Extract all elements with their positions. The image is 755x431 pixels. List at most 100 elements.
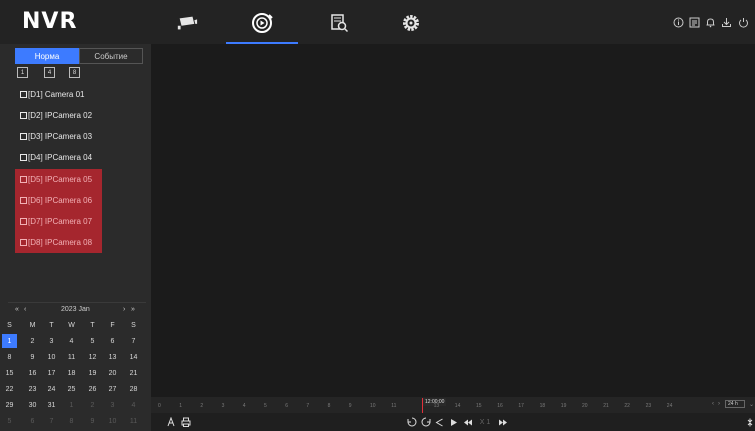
calendar-day[interactable]: 24 [44, 382, 59, 396]
camera-checkbox[interactable] [20, 197, 27, 204]
settings-gear-icon[interactable] [400, 12, 422, 34]
prev-year-button[interactable]: « [15, 306, 19, 313]
calendar-day[interactable]: 7 [126, 334, 141, 348]
calendar-day[interactable]: 4 [126, 398, 141, 412]
calendar-day[interactable]: 9 [85, 414, 100, 428]
calendar-day[interactable]: 10 [44, 350, 59, 364]
calendar-day[interactable]: 5 [2, 414, 17, 428]
timeline-hour-tick: 6 [285, 403, 288, 409]
calendar-day[interactable]: 6 [25, 414, 40, 428]
calendar-day[interactable]: 8 [64, 414, 79, 428]
calendar-header: « ‹ 2023 Jan › » [10, 306, 145, 318]
reverse-play-icon[interactable] [434, 416, 445, 428]
weekday-label: T [90, 321, 95, 329]
fullscreen-icon[interactable] [745, 416, 755, 428]
camera-checkbox[interactable] [20, 239, 27, 246]
calendar-day[interactable]: 1 [64, 398, 79, 412]
calendar-day[interactable]: 2 [85, 398, 100, 412]
calendar-day[interactable]: 8 [2, 350, 17, 364]
calendar-day[interactable]: 22 [2, 382, 17, 396]
calendar-day[interactable]: 30 [25, 398, 40, 412]
rewind-30s-icon[interactable] [406, 416, 417, 428]
calendar-day[interactable]: 27 [105, 382, 120, 396]
calendar-day[interactable]: 25 [64, 382, 79, 396]
calendar-day[interactable]: 28 [126, 382, 141, 396]
calendar-day[interactable]: 11 [64, 350, 79, 364]
calendar-day[interactable]: 4 [64, 334, 79, 348]
calendar-day[interactable]: 21 [126, 366, 141, 380]
camera-item-offline[interactable]: [D6] IPCamera 06 [15, 190, 102, 211]
bell-icon[interactable] [704, 16, 716, 28]
file-search-icon[interactable] [328, 12, 350, 34]
calendar-day[interactable]: 10 [105, 414, 120, 428]
zoom-out-icon[interactable]: ‹ [712, 401, 714, 407]
next-year-button[interactable]: » [131, 306, 135, 313]
range-dropdown-icon[interactable]: ⌄ [749, 401, 754, 408]
camera-checkbox[interactable] [20, 91, 27, 98]
calendar-day[interactable]: 7 [44, 414, 59, 428]
calendar-day[interactable]: 29 [2, 398, 17, 412]
camera-icon[interactable] [176, 12, 198, 34]
printer-icon[interactable] [180, 416, 192, 428]
text-overlay-icon[interactable] [165, 416, 177, 428]
calendar-divider [8, 302, 146, 303]
tab-event[interactable]: Событие [79, 48, 143, 64]
calendar-day[interactable]: 9 [25, 350, 40, 364]
camera-checkbox[interactable] [20, 133, 27, 140]
forward-30s-icon[interactable] [420, 416, 431, 428]
top-bar: NVR [0, 0, 755, 44]
calendar-day[interactable]: 3 [44, 334, 59, 348]
camera-item[interactable]: [D3] IPCamera 03 [15, 126, 102, 147]
calendar-day[interactable]: 16 [25, 366, 40, 380]
camera-item-offline[interactable]: [D5] IPCamera 05 [15, 169, 102, 190]
calendar-day[interactable]: 12 [85, 350, 100, 364]
prev-month-button[interactable]: ‹ [24, 306, 26, 313]
slow-down-icon[interactable] [462, 416, 473, 428]
camera-item[interactable]: [D1] Camera 01 [15, 84, 102, 105]
timeline[interactable]: 12:00:00 ‹ › 24 h ⌄ 0 1 2 3 4 5 6 7 8 9 10 11 13 14 15… [151, 397, 755, 413]
calendar-day[interactable]: 31 [44, 398, 59, 412]
video-playback-area[interactable] [151, 44, 755, 397]
split-4-button[interactable]: 4 [44, 67, 55, 78]
calendar-day[interactable]: 6 [105, 334, 120, 348]
play-icon[interactable] [448, 416, 459, 428]
power-icon[interactable] [737, 16, 749, 28]
calendar-day[interactable]: 19 [85, 366, 100, 380]
camera-label: [D7] IPCamera 07 [28, 217, 93, 226]
calendar-day[interactable]: 5 [85, 334, 100, 348]
camera-label: [D8] IPCamera 08 [28, 238, 93, 247]
split-1-button[interactable]: 1 [17, 67, 28, 78]
calendar-day[interactable]: 3 [105, 398, 120, 412]
camera-item-offline[interactable]: [D8] IPCamera 08 [15, 232, 102, 253]
weekday-label: T [49, 321, 54, 329]
camera-item-offline[interactable]: [D7] IPCamera 07 [15, 211, 102, 232]
stats-icon[interactable] [688, 16, 700, 28]
calendar-day[interactable]: 26 [85, 382, 100, 396]
calendar-day[interactable]: 2 [25, 334, 40, 348]
camera-item[interactable]: [D2] IPCamera 02 [15, 105, 102, 126]
calendar-day[interactable]: 15 [2, 366, 17, 380]
playback-icon[interactable] [251, 12, 273, 34]
split-8-button[interactable]: 8 [69, 67, 80, 78]
info-icon[interactable] [672, 16, 684, 28]
camera-item[interactable]: [D4] IPCamera 04 [15, 147, 102, 168]
calendar-day[interactable]: 17 [44, 366, 59, 380]
download-icon[interactable] [720, 16, 732, 28]
time-range-select[interactable]: 24 h [725, 400, 745, 408]
calendar-day[interactable]: 11 [126, 414, 141, 428]
calendar-day[interactable]: 20 [105, 366, 120, 380]
calendar-day[interactable]: 23 [25, 382, 40, 396]
camera-checkbox[interactable] [20, 218, 27, 225]
calendar-day[interactable]: 13 [105, 350, 120, 364]
camera-checkbox[interactable] [20, 112, 27, 119]
calendar-day[interactable]: 14 [126, 350, 141, 364]
camera-checkbox[interactable] [20, 154, 27, 161]
calendar-day[interactable]: 18 [64, 366, 79, 380]
camera-checkbox[interactable] [20, 176, 27, 183]
speed-up-icon[interactable] [497, 416, 508, 428]
next-month-button[interactable]: › [123, 306, 125, 313]
zoom-in-icon[interactable]: › [718, 401, 720, 407]
timeline-hour-tick: 14 [454, 403, 461, 409]
tab-normal[interactable]: Норма [15, 48, 79, 64]
calendar-day-selected[interactable]: 1 [2, 334, 17, 348]
